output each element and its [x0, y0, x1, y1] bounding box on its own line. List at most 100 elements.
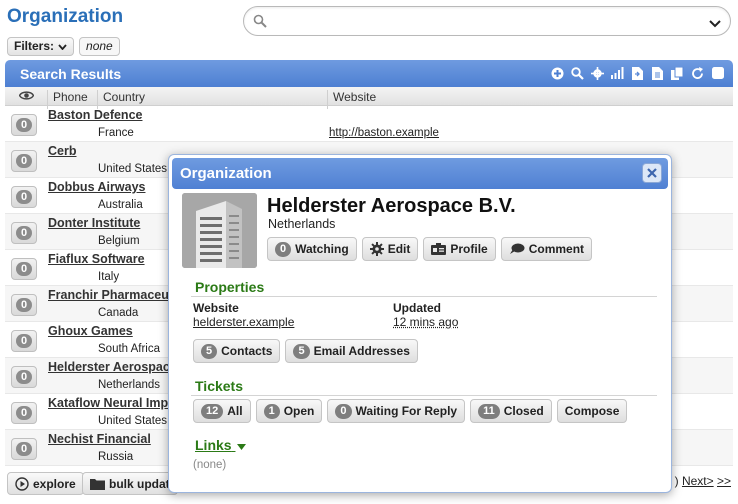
properties-title: Properties: [195, 279, 265, 295]
properties-buttons: 5 Contacts 5 Email Addresses: [193, 339, 418, 363]
search-field[interactable]: [243, 6, 731, 36]
next-page-link[interactable]: Next>: [682, 474, 714, 488]
search-results-header: Search Results: [5, 60, 733, 87]
filters-row: Filters: none: [7, 37, 120, 56]
popup-header: Organization: [172, 158, 668, 189]
search-icon: [253, 14, 267, 31]
search-results-title: Search Results: [20, 66, 122, 82]
org-name-link[interactable]: Donter Institute: [48, 216, 140, 230]
profile-button[interactable]: Profile: [423, 237, 496, 261]
row-count-button[interactable]: 0: [11, 222, 37, 244]
page-title: Organization: [7, 6, 124, 27]
column-phone[interactable]: Phone: [53, 90, 88, 104]
org-title: Helderster Aerospace B.V.: [267, 195, 516, 217]
org-name-link[interactable]: Cerb: [48, 144, 76, 158]
compose-button[interactable]: Compose: [556, 399, 628, 423]
column-country[interactable]: Country: [103, 90, 145, 104]
comment-icon: [509, 243, 525, 254]
filter-value-chip[interactable]: none: [79, 37, 120, 56]
search-input[interactable]: [274, 12, 694, 30]
close-button[interactable]: [642, 163, 662, 183]
website-label: Website: [193, 301, 239, 315]
tickets-waiting-button[interactable]: 0 Waiting For Reply: [327, 399, 466, 423]
search-icon[interactable]: [571, 66, 584, 80]
org-name-link[interactable]: Helderster Aerospac: [48, 360, 170, 374]
org-website-link[interactable]: http://baston.example: [329, 127, 439, 139]
building-icon: [182, 193, 257, 268]
org-country: Netherlands: [268, 217, 336, 231]
row-count-button[interactable]: 0: [11, 186, 37, 208]
org-country: France: [98, 127, 134, 139]
row-count-button[interactable]: 0: [11, 294, 37, 316]
edit-button[interactable]: Edit: [361, 237, 419, 261]
row-count-button[interactable]: 0: [11, 402, 37, 424]
row-count-button[interactable]: 0: [11, 330, 37, 352]
row-count-button[interactable]: 0: [11, 114, 37, 136]
org-country: Russia: [98, 451, 134, 463]
org-country: Netherlands: [98, 379, 161, 391]
tickets-all-button[interactable]: 12 All: [193, 399, 251, 423]
org-name-link[interactable]: Dobbus Airways: [48, 180, 145, 194]
action-buttons: 0 Watching Edit Profile Comment: [267, 237, 593, 261]
org-name-link[interactable]: Nechist Financial: [48, 432, 151, 446]
select-all-checkbox[interactable]: [711, 66, 724, 80]
org-country: South Africa: [98, 343, 161, 355]
popup-title: Organization: [180, 165, 272, 182]
org-country: Italy: [98, 271, 120, 283]
caret-down-icon: [237, 444, 247, 450]
comment-button[interactable]: Comment: [500, 237, 593, 261]
id-card-icon: [431, 243, 447, 255]
eye-icon[interactable]: [18, 90, 35, 104]
org-name-link[interactable]: Franchir Pharmaceut: [48, 288, 173, 302]
tickets-open-button[interactable]: 1 Open: [255, 399, 323, 423]
tickets-title: Tickets: [195, 378, 243, 394]
org-name-link[interactable]: Kataflow Neural Imp: [48, 396, 168, 410]
row-count-button[interactable]: 0: [11, 258, 37, 280]
org-country: Australia: [98, 199, 143, 211]
add-icon[interactable]: [551, 66, 564, 80]
table-row: 0 Baston Defence France http://baston.ex…: [5, 106, 733, 142]
org-name-link[interactable]: Fiaflux Software: [48, 252, 145, 266]
column-website[interactable]: Website: [333, 90, 376, 104]
watching-count: 0: [275, 241, 292, 257]
stats-icon[interactable]: [611, 66, 624, 80]
import-icon[interactable]: [631, 66, 644, 80]
gear-icon: [369, 242, 384, 256]
filters-label: Filters:: [14, 39, 55, 53]
email-addresses-button[interactable]: 5 Email Addresses: [285, 339, 418, 363]
chevron-down-icon: [58, 43, 67, 50]
copy-icon[interactable]: [671, 66, 684, 80]
play-circle-icon: [15, 476, 29, 491]
website-link[interactable]: helderster.example: [193, 315, 294, 329]
refresh-icon[interactable]: [691, 66, 704, 80]
links-empty-text: (none): [193, 459, 227, 471]
watching-button[interactable]: 0 Watching: [267, 237, 357, 261]
updated-value: 12 mins ago: [393, 315, 459, 329]
chevron-down-icon[interactable]: [709, 17, 721, 31]
org-country: Canada: [98, 307, 139, 319]
explore-button[interactable]: explore: [7, 472, 84, 495]
contacts-button[interactable]: 5 Contacts: [193, 339, 281, 363]
pagination: ) Next> >>: [675, 474, 731, 488]
export-icon[interactable]: [651, 66, 664, 80]
prev-link-fragment[interactable]: ): [675, 474, 679, 488]
links-toggle[interactable]: Links: [195, 437, 247, 453]
close-icon: [647, 168, 657, 178]
org-name-link[interactable]: Ghoux Games: [48, 324, 133, 338]
tickets-closed-button[interactable]: 11 Closed: [470, 399, 552, 423]
gear-icon[interactable]: [591, 66, 604, 80]
column-header-row: Phone Country Website: [5, 87, 733, 109]
org-country: Belgium: [98, 235, 140, 247]
folder-icon: [90, 478, 105, 490]
row-count-button[interactable]: 0: [11, 366, 37, 388]
filters-dropdown[interactable]: Filters:: [7, 37, 75, 56]
tickets-buttons: 12 All 1 Open 0 Waiting For Reply 11 Clo…: [193, 399, 628, 423]
org-country: United States: [98, 415, 168, 427]
bulk-update-button[interactable]: bulk updat: [82, 472, 178, 495]
row-count-button[interactable]: 0: [11, 150, 37, 172]
org-name-link[interactable]: Baston Defence: [48, 108, 142, 122]
organization-popup: Organization Helderster Aerospace B.V. N…: [168, 154, 672, 493]
last-page-link[interactable]: >>: [717, 474, 731, 488]
row-count-button[interactable]: 0: [11, 438, 37, 460]
updated-label: Updated: [393, 301, 441, 315]
